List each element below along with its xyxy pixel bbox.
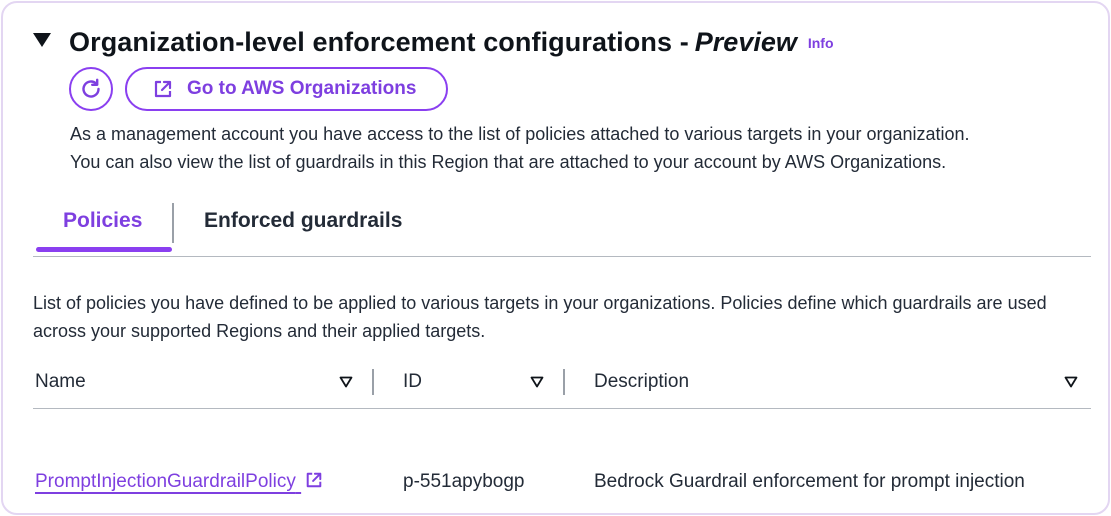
policy-id: p-551apybogp [403, 471, 525, 492]
tab-enforced-guardrails[interactable]: Enforced guardrails [204, 209, 402, 233]
external-link-icon [154, 80, 172, 98]
policy-name-link[interactable]: PromptInjectionGuardrailPolicy [35, 471, 323, 493]
column-header-id[interactable]: ID [403, 371, 422, 393]
section-header: Organization-level enforcement configura… [33, 27, 834, 58]
table-header: Name ID Description [33, 365, 1091, 409]
policies-table: Name ID Description PromptInjectionGuard… [33, 365, 1091, 492]
tab-bar: Policies Enforced guardrails [33, 201, 1091, 257]
column-separator[interactable] [563, 369, 565, 395]
go-to-aws-organizations-button[interactable]: Go to AWS Organizations [125, 67, 449, 111]
column-header-description[interactable]: Description [594, 371, 689, 393]
sort-down-icon[interactable] [1064, 376, 1078, 388]
description-line-2: You can also view the list of guardrails… [70, 152, 947, 172]
tab-policies[interactable]: Policies [63, 209, 142, 233]
refresh-button[interactable] [69, 67, 113, 111]
table-row: PromptInjectionGuardrailPolicy p-551apyb… [33, 409, 1091, 492]
policies-list-description: List of policies you have defined to be … [33, 293, 1047, 341]
policy-description: Bedrock Guardrail enforcement for prompt… [594, 471, 1025, 492]
info-link[interactable]: Info [808, 35, 834, 51]
preview-label: Preview [694, 27, 797, 57]
column-separator[interactable] [372, 369, 374, 395]
refresh-icon [82, 78, 100, 98]
external-link-icon [306, 472, 322, 488]
sort-down-icon[interactable] [530, 376, 544, 388]
section-description: As a management account you have access … [70, 120, 1100, 176]
enforcement-config-panel: Organization-level enforcement configura… [1, 1, 1110, 515]
active-tab-indicator [36, 247, 172, 252]
section-title: Organization-level enforcement configura… [69, 27, 689, 57]
caret-down-icon[interactable] [33, 33, 51, 47]
description-line-1: As a management account you have access … [70, 124, 970, 144]
header-actions: Go to AWS Organizations [69, 67, 449, 111]
tab-divider [172, 203, 174, 243]
sort-down-icon[interactable] [339, 376, 353, 388]
column-header-name[interactable]: Name [35, 371, 86, 393]
go-to-aws-organizations-label: Go to AWS Organizations [187, 78, 417, 99]
policy-name: PromptInjectionGuardrailPolicy [35, 471, 296, 492]
